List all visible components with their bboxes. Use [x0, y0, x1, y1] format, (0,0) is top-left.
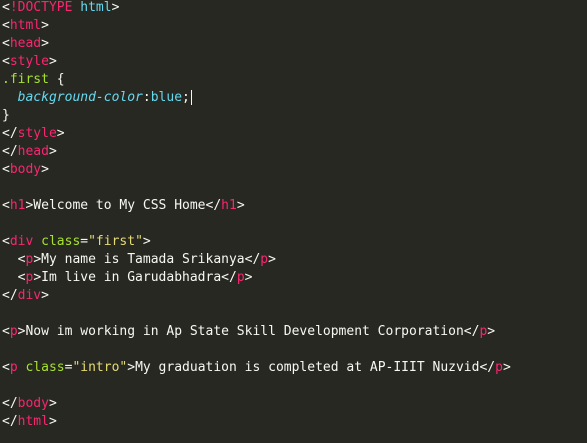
- code-token: head: [17, 144, 49, 159]
- code-token: <: [2, 18, 10, 33]
- code-token: style: [17, 126, 57, 141]
- code-line[interactable]: <h1>Welcome to My CSS Home</h1>: [2, 197, 245, 215]
- code-token: p: [9, 360, 18, 375]
- code-token: div: [9, 234, 34, 249]
- code-token: p: [260, 252, 269, 267]
- code-token: background-color: [17, 90, 143, 105]
- code-line[interactable]: </body>: [2, 395, 57, 413]
- code-token: >My name is Tamada Srikanya</: [33, 252, 261, 267]
- code-token: </: [2, 144, 18, 159]
- code-token: >Welcome to My CSS Home</: [25, 198, 222, 213]
- code-line[interactable]: </style>: [2, 125, 65, 143]
- code-token: html: [80, 0, 112, 15]
- code-token: <: [2, 234, 10, 249]
- code-token: >: [48, 144, 57, 159]
- code-token: body: [9, 162, 42, 177]
- code-token: style: [9, 54, 49, 69]
- code-line[interactable]: .first {: [2, 71, 65, 89]
- code-token: <: [2, 0, 10, 15]
- code-token: >Now im working in Ap State Skill Develo…: [17, 324, 480, 339]
- code-token: p: [9, 324, 18, 339]
- code-token: >: [41, 162, 49, 177]
- code-token: >: [48, 54, 57, 69]
- code-token: :: [142, 90, 151, 105]
- code-token: </: [2, 414, 18, 429]
- code-token: >: [48, 396, 57, 411]
- code-token: .first: [2, 72, 49, 87]
- code-token: >: [236, 198, 245, 213]
- code-token: <: [2, 270, 26, 285]
- code-line[interactable]: <style>: [2, 53, 57, 71]
- code-token: html: [9, 18, 42, 33]
- code-token: class: [25, 360, 65, 375]
- code-line[interactable]: <p>Now im working in Ap State Skill Deve…: [2, 323, 495, 341]
- code-editor[interactable]: <!DOCTYPE html> <html> <head> <style> .first…: [0, 0, 587, 443]
- code-token: >: [111, 0, 120, 15]
- code-token: <: [2, 162, 10, 177]
- code-token: >: [41, 18, 49, 33]
- code-token: body: [17, 396, 49, 411]
- code-line[interactable]: <p>Im live in Garudabhadra</p>: [2, 269, 253, 287]
- code-line[interactable]: </html>: [2, 413, 57, 431]
- code-token: </: [2, 288, 18, 303]
- code-token: >: [142, 234, 151, 249]
- code-token: class: [41, 234, 81, 249]
- code-line[interactable]: <body>: [2, 161, 49, 179]
- code-token: >: [41, 288, 49, 303]
- code-token: >: [48, 414, 57, 429]
- code-token: =: [80, 234, 89, 249]
- code-token: p: [236, 270, 245, 285]
- code-token: >Im live in Garudabhadra</: [33, 270, 237, 285]
- code-line[interactable]: <!DOCTYPE html>: [2, 0, 119, 17]
- code-token: <: [2, 360, 10, 375]
- code-token: !DOCTYPE: [9, 0, 73, 15]
- code-token: blue: [150, 90, 183, 105]
- code-line[interactable]: <head>: [2, 35, 49, 53]
- code-token: "first": [88, 234, 143, 249]
- code-token: </: [2, 126, 18, 141]
- code-token: h1: [221, 198, 237, 213]
- code-token: <: [2, 324, 10, 339]
- code-token: <: [2, 252, 26, 267]
- code-line[interactable]: </div>: [2, 287, 49, 305]
- code-token: >: [502, 360, 511, 375]
- code-token: p: [495, 360, 503, 375]
- code-token: "intro": [72, 360, 128, 375]
- code-line[interactable]: <div class="first">: [2, 233, 151, 251]
- text-cursor: [190, 90, 192, 105]
- code-line[interactable]: }: [2, 107, 10, 125]
- code-token: </: [2, 396, 18, 411]
- code-token: >: [244, 270, 253, 285]
- code-token: >: [41, 36, 49, 51]
- code-token: html: [17, 414, 49, 429]
- code-token: >My graduation is completed at AP-IIIT N…: [127, 360, 496, 375]
- code-token: }: [2, 108, 10, 123]
- code-token: >: [56, 126, 65, 141]
- code-token: <: [2, 54, 10, 69]
- code-line[interactable]: <p class="intro">My graduation is comple…: [2, 359, 511, 377]
- code-token: ;: [182, 90, 190, 105]
- code-token: >: [487, 324, 496, 339]
- code-token: head: [9, 36, 42, 51]
- code-line[interactable]: </head>: [2, 143, 57, 161]
- code-line[interactable]: <p>My name is Tamada Srikanya</p>: [2, 251, 276, 269]
- code-token: <: [2, 198, 10, 213]
- code-token: {: [56, 72, 65, 87]
- code-token: >: [268, 252, 276, 267]
- code-token: h1: [9, 198, 26, 213]
- code-token: <: [2, 36, 10, 51]
- code-line[interactable]: background-color:blue;: [2, 89, 192, 107]
- code-token: div: [17, 288, 42, 303]
- code-line[interactable]: <html>: [2, 17, 49, 35]
